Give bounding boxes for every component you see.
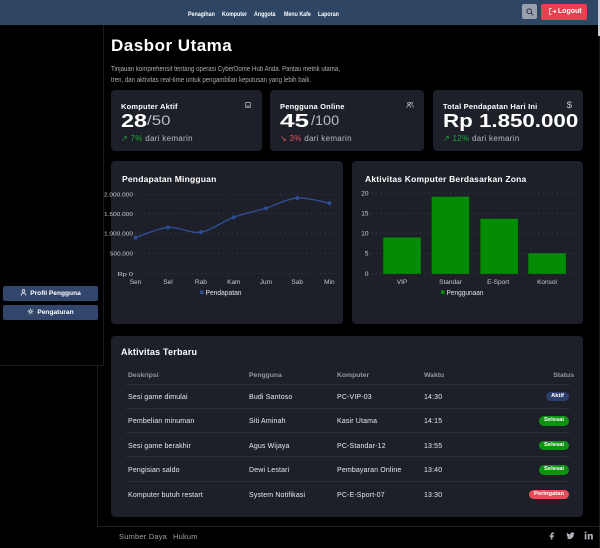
svg-text:Rab: Rab (195, 279, 207, 286)
svg-text:Rp 0: Rp 0 (118, 272, 134, 278)
svg-text:Jum: Jum (260, 279, 272, 286)
svg-text:1.500.000: 1.500.000 (104, 212, 133, 218)
svg-text:Konsol: Konsol (537, 279, 557, 286)
svg-text:Sen: Sen (130, 279, 142, 286)
svg-text:500.000: 500.000 (110, 251, 133, 257)
svg-text:15: 15 (361, 211, 369, 218)
svg-text:Sab: Sab (291, 279, 303, 286)
svg-text:Pendapatan: Pendapatan (206, 290, 242, 297)
svg-text:5: 5 (365, 251, 369, 258)
svg-text:E-Sport: E-Sport (487, 279, 509, 286)
svg-text:10: 10 (361, 231, 369, 238)
svg-text:20: 20 (361, 191, 369, 198)
svg-text:0: 0 (365, 271, 369, 278)
svg-text:Standar: Standar (439, 279, 463, 286)
svg-text:Kam: Kam (227, 279, 240, 286)
svg-text:Min: Min (324, 279, 335, 286)
svg-text:Penggunaan: Penggunaan (447, 290, 484, 297)
svg-text:Sel: Sel (163, 279, 173, 286)
svg-text:VIP: VIP (397, 279, 407, 286)
svg-text:1.000.000: 1.000.000 (104, 231, 133, 237)
svg-text:2.000.000: 2.000.000 (104, 193, 133, 199)
